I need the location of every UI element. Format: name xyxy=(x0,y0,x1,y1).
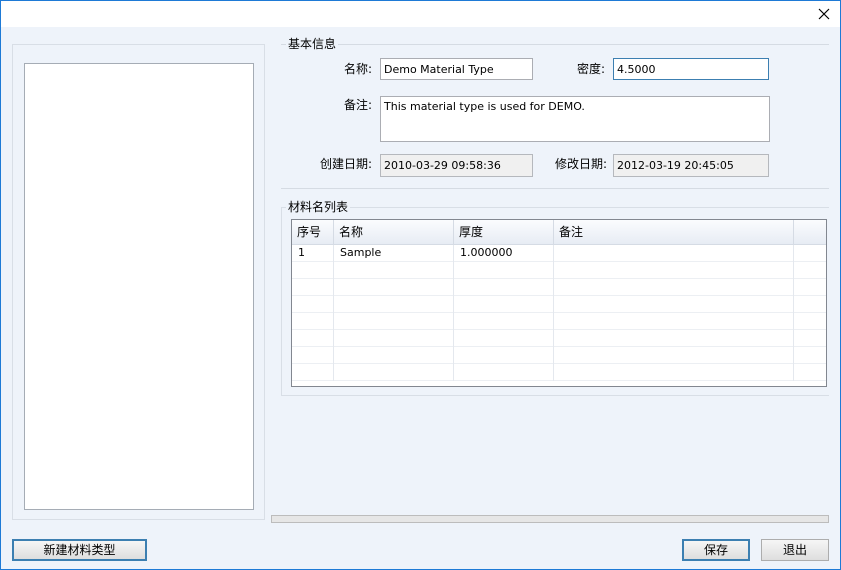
density-field[interactable]: 4.5000 xyxy=(613,58,769,80)
table-row-empty xyxy=(292,364,826,381)
table-row-empty xyxy=(292,347,826,364)
save-button[interactable]: 保存 xyxy=(682,539,750,561)
cell-thickness: 1.000000 xyxy=(454,245,554,262)
material-type-list[interactable] xyxy=(24,63,254,510)
close-button[interactable] xyxy=(807,1,840,27)
name-label: 名称: xyxy=(343,62,372,76)
new-material-type-button[interactable]: 新建材料类型 xyxy=(12,539,147,561)
column-header-name[interactable]: 名称 xyxy=(334,220,454,245)
material-list-table[interactable]: 序号 名称 厚度 备注 1 Sample 1.000000 xyxy=(291,219,827,387)
density-label: 密度: xyxy=(576,62,605,76)
name-field[interactable]: Demo Material Type xyxy=(380,58,533,80)
progress-bar xyxy=(271,515,829,523)
table-row-empty xyxy=(292,330,826,347)
table-row-empty xyxy=(292,262,826,279)
column-header-remark[interactable]: 备注 xyxy=(554,220,794,245)
title-bar xyxy=(1,1,840,27)
modified-date-field: 2012-03-19 20:45:05 xyxy=(613,154,769,177)
table-row-empty xyxy=(292,313,826,330)
table-row-empty xyxy=(292,296,826,313)
table-row-empty xyxy=(292,279,826,296)
modified-date-label: 修改日期: xyxy=(554,157,607,171)
table-row[interactable]: 1 Sample 1.000000 xyxy=(292,245,826,262)
cell-name: Sample xyxy=(334,245,454,262)
remark-label: 备注: xyxy=(343,98,372,112)
cell-index: 1 xyxy=(292,245,334,262)
cell-remark xyxy=(554,245,794,262)
column-header-thickness[interactable]: 厚度 xyxy=(454,220,554,245)
created-date-label: 创建日期: xyxy=(319,157,372,171)
remark-field[interactable]: This material type is used for DEMO. xyxy=(380,96,770,142)
created-date-field: 2010-03-29 09:58:36 xyxy=(380,154,533,177)
column-header-index[interactable]: 序号 xyxy=(292,220,334,245)
exit-button[interactable]: 退出 xyxy=(761,539,829,561)
basic-info-group-title: 基本信息 xyxy=(286,37,339,51)
material-list-group-title: 材料名列表 xyxy=(286,200,351,214)
basic-info-group-top-line xyxy=(281,44,829,45)
table-header: 序号 名称 厚度 备注 xyxy=(292,220,826,245)
basic-info-group-bottom-line xyxy=(281,188,829,189)
close-icon xyxy=(818,8,829,20)
